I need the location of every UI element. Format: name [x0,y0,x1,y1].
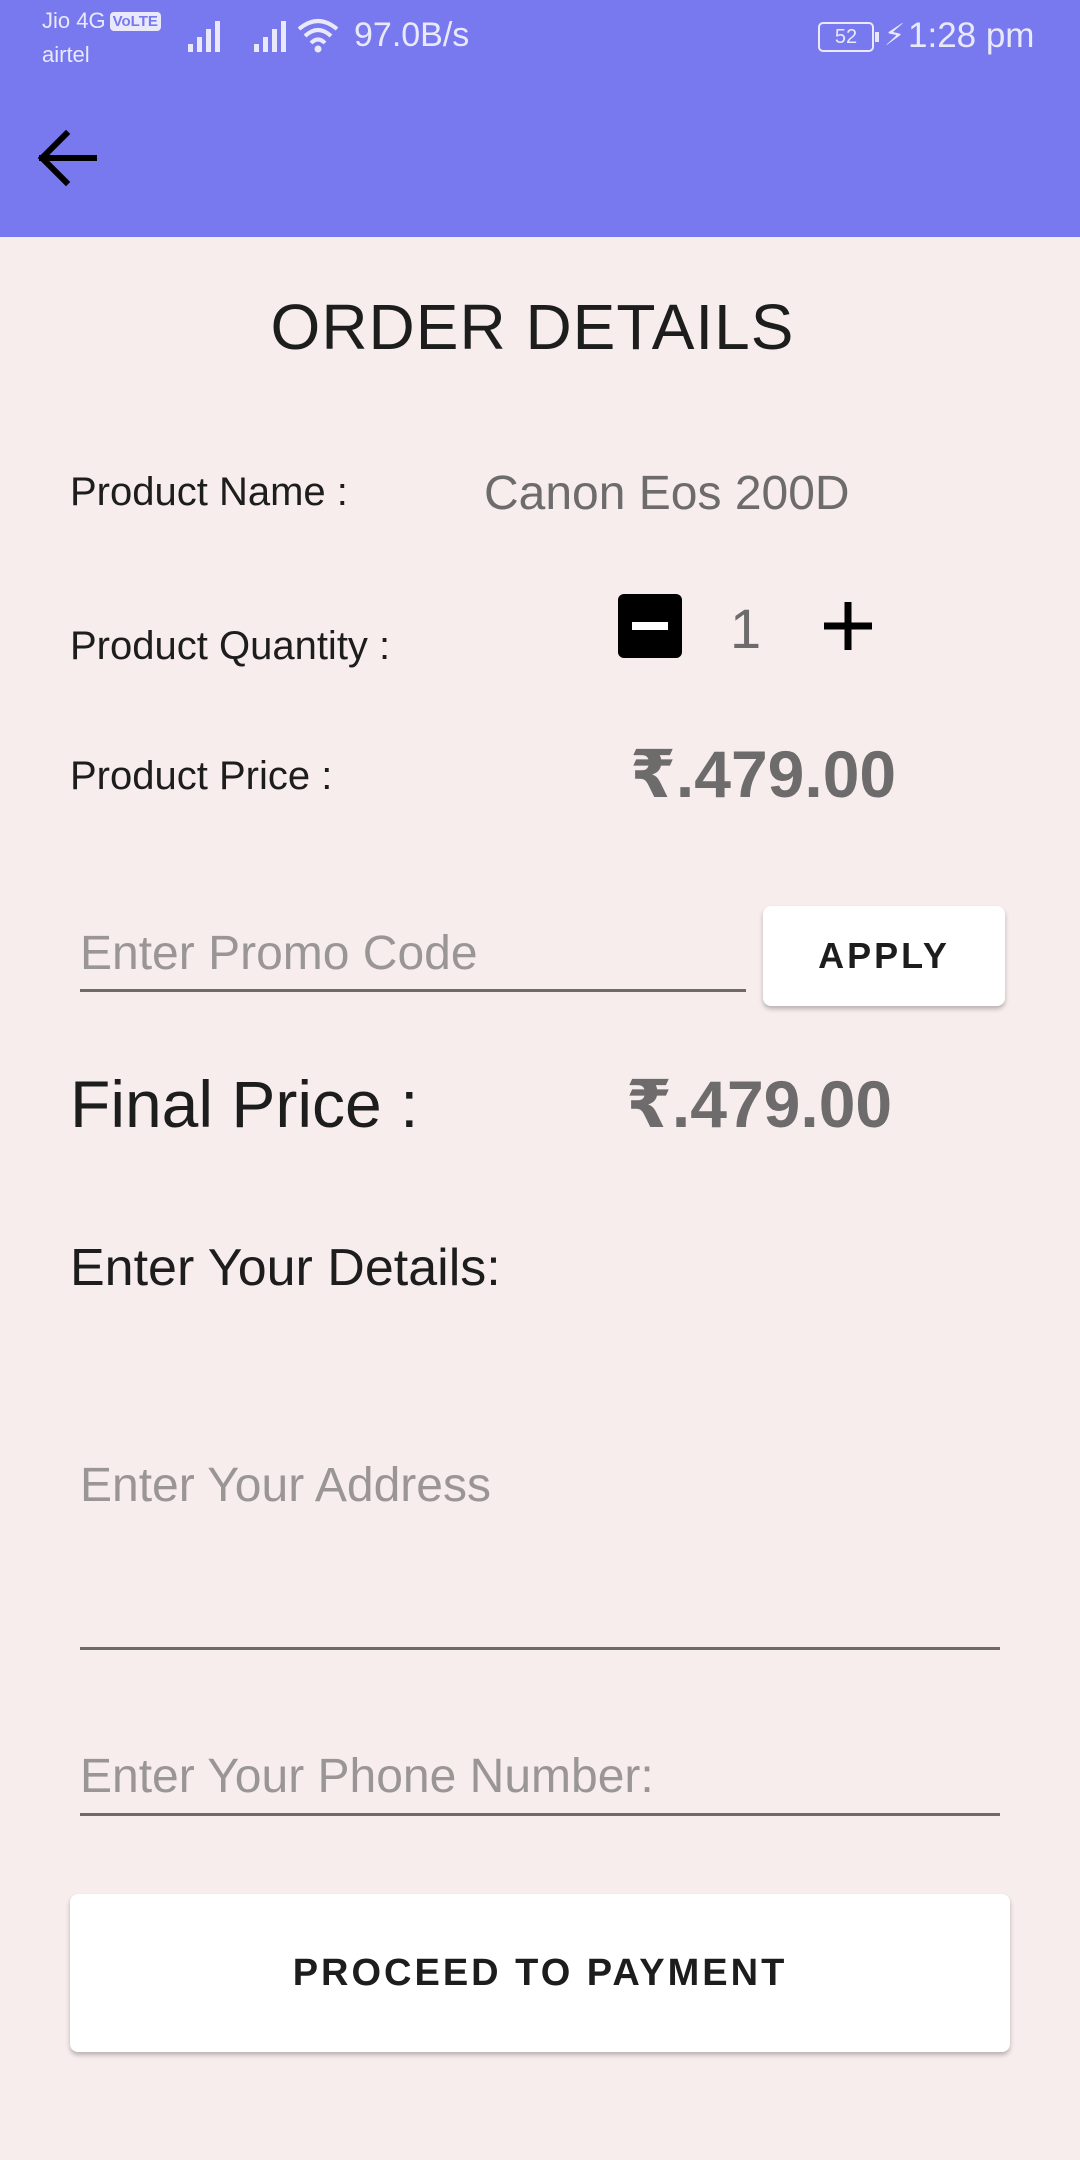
wifi-icon [296,16,340,54]
increase-quantity-button[interactable] [820,594,876,658]
signal-icon-2 [252,18,290,54]
signal-icon [186,18,224,54]
phone-input[interactable] [80,1740,1000,1813]
apply-button[interactable]: APPLY [763,906,1005,1006]
final-price-value: ₹.479.00 [626,1067,893,1141]
quantity-value: 1 [730,597,762,660]
app-bar [0,76,1080,237]
page-title: ORDER DETAILS [270,291,795,363]
product-price-label: Product Price : [70,754,333,798]
proceed-to-payment-button[interactable]: PROCEED TO PAYMENT [70,1894,1010,2052]
address-input[interactable] [80,1458,1000,1647]
status-bar: Jio 4G VoLTE airtel 97.0B/s 52 ⚡ 1:28 pm [0,0,1080,76]
address-field[interactable] [80,1458,1000,1650]
final-price-label: Final Price : [70,1067,419,1141]
arrow-left-icon [37,129,97,187]
volte-badge: VoLTE [109,12,161,31]
product-name-label: Product Name : [70,470,348,514]
phone-field[interactable] [80,1740,1000,1816]
product-name-value: Canon Eos 200D [484,467,850,520]
carrier-secondary: airtel [42,42,90,67]
charging-icon: ⚡ [884,19,906,52]
network-speed: 97.0B/s [354,16,470,54]
carrier-primary-label: Jio 4G [42,8,106,33]
carrier-primary: Jio 4G VoLTE [42,8,161,34]
clock: 1:28 pm [908,16,1035,55]
plus-icon [824,602,872,650]
battery-icon: 52 [818,22,879,52]
decrease-quantity-button[interactable] [618,594,682,658]
details-heading: Enter Your Details: [70,1239,501,1297]
promo-code-field[interactable] [80,918,746,992]
back-button[interactable] [30,120,106,196]
product-price-value: ₹.479.00 [630,737,897,811]
product-quantity-label: Product Quantity : [70,624,391,668]
promo-code-input[interactable] [80,918,746,989]
